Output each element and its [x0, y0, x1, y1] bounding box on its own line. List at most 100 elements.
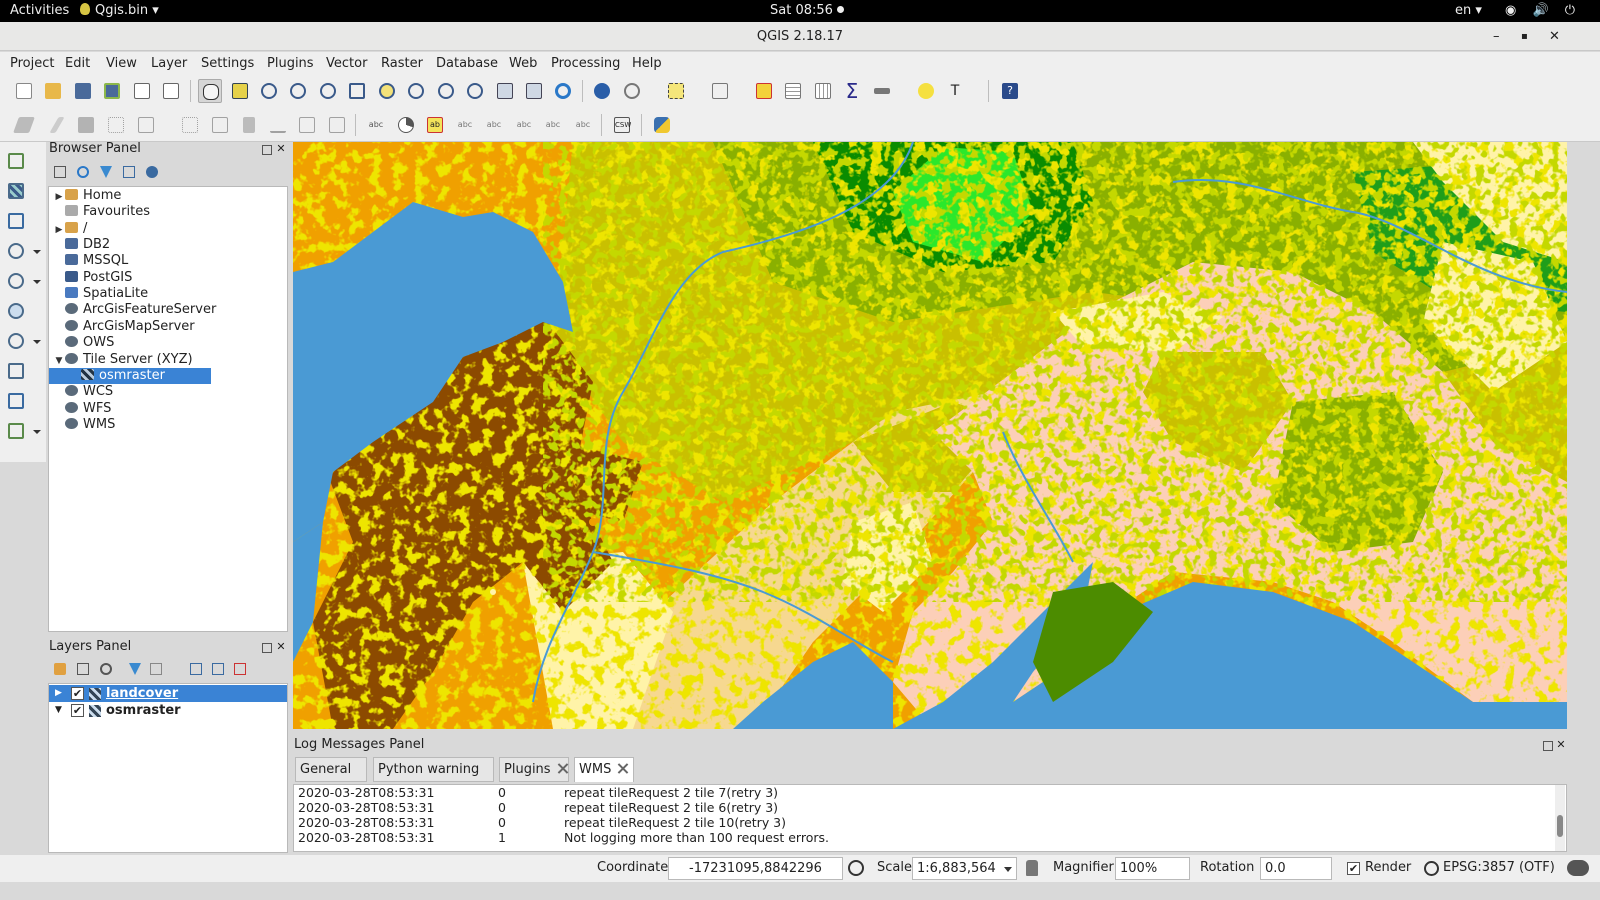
add-delimited-text-icon[interactable] — [5, 360, 27, 382]
attribute-table-icon[interactable] — [781, 79, 805, 103]
close-tab-icon[interactable] — [557, 763, 568, 774]
collapse-arrow-icon[interactable]: ▼ — [53, 353, 65, 369]
chevron-down-icon[interactable] — [33, 280, 41, 284]
save-as-button[interactable] — [100, 79, 124, 103]
statistical-summary-icon[interactable]: Σ — [840, 79, 864, 103]
annotation-icon[interactable] — [914, 79, 938, 103]
select-by-value-icon[interactable] — [708, 79, 732, 103]
add-vector-layer-icon[interactable] — [5, 150, 27, 172]
panel-close-icon[interactable]: ✕ — [1556, 739, 1566, 751]
deselect-all-icon[interactable] — [752, 79, 776, 103]
zoom-out-icon[interactable] — [286, 79, 310, 103]
menu-processing[interactable]: Processing — [551, 56, 620, 71]
menu-help[interactable]: Help — [632, 56, 662, 71]
toggle-editing-icon[interactable] — [45, 113, 69, 137]
zoom-full-icon[interactable] — [345, 79, 369, 103]
tab-general[interactable]: General — [295, 757, 367, 782]
browser-item[interactable]: WMS — [49, 417, 115, 433]
highlight-pinned-labels-icon[interactable]: ab — [423, 113, 447, 137]
menu-settings[interactable]: Settings — [201, 56, 254, 71]
zoom-to-selection-icon[interactable] — [375, 79, 399, 103]
panel-close-icon[interactable]: ✕ — [276, 641, 286, 653]
clock[interactable]: Sat 08:56 — [770, 3, 844, 18]
panel-close-icon[interactable]: ✕ — [276, 143, 286, 155]
browser-item[interactable]: WCS — [49, 384, 113, 400]
remove-layer-icon[interactable] — [234, 663, 246, 675]
add-postgis-layer-icon[interactable] — [5, 240, 27, 262]
layer-labeling-icon[interactable]: abc — [364, 113, 388, 137]
browser-item[interactable]: PostGIS — [49, 270, 132, 286]
menu-project[interactable]: Project — [10, 56, 54, 71]
add-virtual-layer-icon[interactable] — [5, 390, 27, 412]
close-button[interactable]: ✕ — [1549, 22, 1560, 51]
field-calculator-icon[interactable] — [811, 79, 835, 103]
new-shapefile-icon[interactable] — [5, 420, 27, 442]
browser-item[interactable]: ▶ / — [49, 221, 88, 237]
coordinate-field[interactable]: -17231095,8842296 — [668, 857, 843, 880]
paste-features-icon[interactable] — [325, 113, 349, 137]
browser-item[interactable]: MSSQL — [49, 253, 128, 269]
browser-item[interactable]: Favourites — [49, 204, 150, 220]
add-wms-layer-icon[interactable] — [5, 270, 27, 292]
identify-features-icon[interactable] — [590, 79, 614, 103]
collapse-all-icon[interactable] — [123, 166, 135, 178]
layer-visibility-checkbox[interactable]: ✔ — [71, 704, 84, 717]
menu-web[interactable]: Web — [509, 56, 537, 71]
activities-button[interactable]: Activities — [10, 3, 69, 18]
refresh-icon[interactable] — [551, 79, 575, 103]
browser-item[interactable]: OWS — [49, 335, 114, 351]
collapse-all-icon[interactable] — [212, 663, 224, 675]
new-print-composer-button[interactable] — [130, 79, 154, 103]
browser-item[interactable]: ArcGisMapServer — [49, 319, 195, 335]
map-tips-icon[interactable] — [620, 79, 644, 103]
filter-legend-icon[interactable] — [129, 663, 141, 675]
add-wfs-layer-icon[interactable] — [5, 330, 27, 352]
show-hide-labels-icon[interactable]: abc — [482, 113, 506, 137]
pan-to-selection-button[interactable] — [228, 79, 252, 103]
menu-database[interactable]: Database — [436, 56, 498, 71]
copy-features-icon[interactable] — [295, 113, 319, 137]
manage-visibility-icon[interactable] — [100, 663, 112, 675]
new-bookmark-icon[interactable] — [493, 79, 517, 103]
new-project-button[interactable] — [12, 79, 36, 103]
expand-arrow-icon[interactable]: ▶ — [53, 189, 65, 205]
help-icon[interactable]: ? — [998, 79, 1022, 103]
magnifier-spinbox[interactable]: 100% — [1115, 857, 1190, 880]
browser-item[interactable]: ▶ Home — [49, 188, 122, 205]
browser-item[interactable]: osmraster — [49, 367, 211, 384]
expand-all-icon[interactable] — [190, 663, 202, 675]
composer-manager-button[interactable] — [159, 79, 183, 103]
menu-layer[interactable]: Layer — [151, 56, 187, 71]
scale-combobox[interactable]: 1:6,883,564 — [912, 857, 1017, 880]
zoom-next-icon[interactable] — [463, 79, 487, 103]
chevron-down-icon[interactable] — [33, 430, 41, 434]
browser-item[interactable]: ArcGisFeatureServer — [49, 302, 216, 318]
chevron-down-icon[interactable] — [33, 250, 41, 254]
move-label-icon[interactable]: abc — [512, 113, 536, 137]
browser-item[interactable]: SpatiaLite — [49, 286, 148, 302]
layer-diagram-icon[interactable] — [394, 113, 418, 137]
crs-status[interactable]: EPSG:3857 (OTF) — [1443, 860, 1555, 875]
menu-plugins[interactable]: Plugins — [267, 56, 314, 71]
delete-icon[interactable] — [237, 113, 261, 137]
change-label-icon[interactable]: abc — [571, 113, 595, 137]
save-edits-icon[interactable] — [74, 113, 98, 137]
add-raster-layer-icon[interactable] — [5, 180, 27, 202]
panel-float-icon[interactable] — [262, 145, 272, 155]
language-selector[interactable]: en ▾ — [1455, 3, 1482, 18]
cut-features-icon[interactable] — [266, 113, 290, 137]
close-tab-icon[interactable] — [617, 763, 628, 774]
chevron-down-icon[interactable] — [33, 340, 41, 344]
toggle-extents-icon[interactable] — [848, 860, 864, 876]
log-messages-list[interactable]: 2020-03-28T08:53:31 0 repeat tileRequest… — [293, 784, 1567, 852]
layer-styling-icon[interactable] — [54, 663, 66, 675]
scrollbar-thumb[interactable] — [1557, 815, 1563, 837]
filter-icon[interactable] — [100, 166, 112, 178]
menu-view[interactable]: View — [106, 56, 137, 71]
rotation-spinbox[interactable]: 0.0 — [1260, 857, 1332, 880]
zoom-to-layer-icon[interactable] — [404, 79, 428, 103]
lock-scale-icon[interactable] — [1026, 860, 1038, 876]
layer-item-osmraster[interactable]: ▼ ✔ osmraster — [49, 702, 287, 719]
add-spatialite-layer-icon[interactable] — [5, 210, 27, 232]
app-menu[interactable]: Qgis.bin ▾ — [80, 3, 159, 18]
